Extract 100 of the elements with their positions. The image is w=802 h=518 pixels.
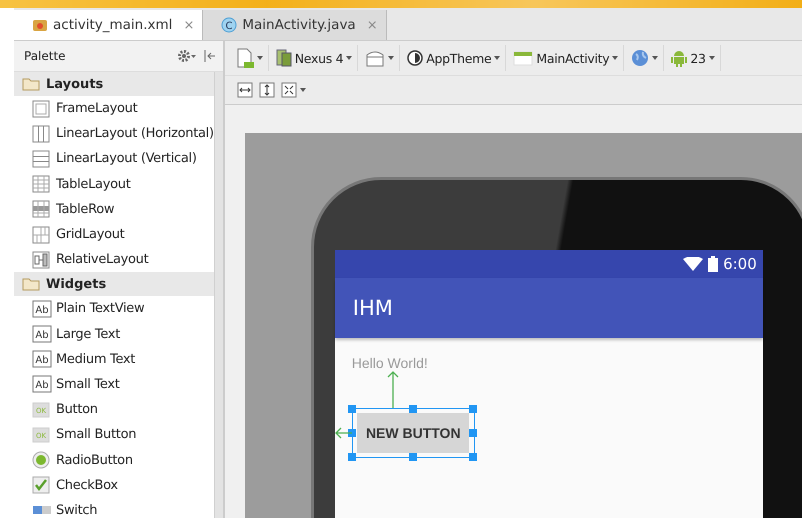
columns-icon bbox=[32, 124, 52, 143]
item-label: Plain TextView bbox=[56, 301, 144, 316]
palette-item[interactable]: TableLayout bbox=[14, 172, 214, 197]
toolbar-dropdown[interactable]: MainActivity bbox=[508, 45, 624, 71]
editor-tab[interactable]: C MainActivity.java × bbox=[203, 10, 387, 40]
battery-icon bbox=[708, 256, 718, 272]
caret-icon bbox=[494, 56, 500, 60]
rows-icon bbox=[32, 150, 52, 168]
item-label: LinearLayout (Horizontal) bbox=[56, 126, 214, 142]
palette-item[interactable]: Ab Plain TextView bbox=[14, 296, 214, 322]
checkbox-icon bbox=[32, 476, 52, 494]
phones-icon bbox=[276, 49, 292, 67]
text-icon: Ab bbox=[32, 300, 52, 318]
toolbar-dropdown[interactable]: Nexus 4 bbox=[270, 45, 358, 71]
frame-layout-icon bbox=[32, 100, 52, 118]
scrollbar[interactable] bbox=[214, 72, 223, 518]
item-label: Small Button bbox=[56, 427, 136, 442]
device-file-icon bbox=[236, 48, 254, 68]
caret-icon bbox=[346, 56, 352, 60]
tab-label: MainActivity.java bbox=[242, 17, 356, 33]
palette-item[interactable]: LinearLayout (Horizontal) bbox=[14, 121, 214, 146]
section-label: Layouts bbox=[46, 76, 104, 92]
activity-icon bbox=[513, 50, 534, 66]
section-label: Widgets bbox=[46, 276, 106, 292]
item-label: TableRow bbox=[56, 202, 114, 217]
resize-handle[interactable] bbox=[469, 428, 478, 436]
palette-item[interactable]: TableRow bbox=[14, 196, 214, 222]
fit-height-icon bbox=[258, 82, 275, 98]
xml-file-icon bbox=[32, 18, 48, 32]
toolbar-button[interactable] bbox=[236, 82, 253, 98]
text-view: Hello World! bbox=[352, 355, 429, 371]
item-label: Button bbox=[56, 402, 98, 418]
globe-icon bbox=[631, 49, 650, 67]
palette-item[interactable]: Ab Medium Text bbox=[14, 346, 214, 372]
constraint-arrow bbox=[386, 370, 399, 408]
folder-icon bbox=[22, 277, 40, 292]
resize-handle[interactable] bbox=[469, 452, 478, 460]
settings-icon bbox=[176, 49, 197, 63]
toolbar-dropdown[interactable]: AppTheme bbox=[402, 45, 506, 71]
class-icon: C bbox=[221, 17, 238, 33]
palette-item[interactable]: LinearLayout (Vertical) bbox=[14, 146, 214, 172]
caret-icon bbox=[256, 56, 263, 60]
toolbar-dropdown[interactable]: 23 bbox=[666, 45, 721, 71]
relative-layout-icon bbox=[32, 250, 52, 269]
constraint-arrow bbox=[334, 427, 352, 439]
tab-label: activity_main.xml bbox=[53, 17, 172, 33]
palette-item[interactable]: FrameLayout bbox=[14, 96, 214, 122]
theme-icon bbox=[407, 50, 424, 66]
caret-icon bbox=[612, 56, 618, 60]
palette-item[interactable]: Ab Small Text bbox=[14, 372, 214, 398]
radio-icon bbox=[32, 451, 52, 470]
caret-icon bbox=[708, 56, 715, 60]
item-label: Medium Text bbox=[56, 352, 136, 367]
dropdown-label: MainActivity bbox=[536, 50, 610, 66]
palette-item[interactable]: Ab Large Text bbox=[14, 322, 214, 347]
folder-icon bbox=[22, 77, 40, 91]
palette-item[interactable]: GridLayout bbox=[14, 222, 214, 248]
item-label: TableLayout bbox=[56, 176, 131, 192]
caret-icon bbox=[388, 56, 394, 60]
palette-section[interactable]: Layouts bbox=[14, 72, 214, 96]
android-icon bbox=[671, 49, 688, 67]
text-icon: Ab bbox=[32, 325, 52, 344]
resize-handle[interactable] bbox=[348, 428, 356, 436]
item-label: RelativeLayout bbox=[56, 252, 148, 268]
item-label: LinearLayout (Vertical) bbox=[56, 151, 197, 166]
close-icon[interactable]: × bbox=[183, 18, 194, 32]
resize-handle[interactable] bbox=[408, 404, 417, 412]
palette-item[interactable]: Switch bbox=[14, 498, 214, 518]
resize-handle[interactable] bbox=[469, 404, 478, 412]
toolbar-dropdown[interactable] bbox=[280, 82, 306, 98]
dropdown-label: Nexus 4 bbox=[294, 50, 344, 66]
widget-button[interactable]: NEW BUTTON bbox=[357, 413, 470, 453]
item-label: RadioButton bbox=[56, 452, 133, 468]
resize-handle[interactable] bbox=[348, 452, 356, 460]
palette-item[interactable]: RelativeLayout bbox=[14, 247, 214, 272]
item-label: Large Text bbox=[56, 326, 120, 342]
table-row-icon bbox=[32, 200, 52, 218]
caret-icon bbox=[652, 56, 658, 60]
grid-icon bbox=[32, 226, 52, 244]
palette-item[interactable]: CheckBox bbox=[14, 472, 214, 498]
fit-width-icon bbox=[236, 82, 253, 98]
editor-tab[interactable]: activity_main.xml × bbox=[14, 10, 204, 40]
text-icon: Ab bbox=[32, 375, 52, 394]
panel-title: Palette bbox=[24, 49, 66, 63]
orientation-icon bbox=[365, 49, 386, 67]
text-icon: Ab bbox=[32, 350, 52, 368]
palette-section[interactable]: Widgets bbox=[14, 272, 214, 296]
item-label: Small Text bbox=[56, 376, 120, 392]
wifi-icon bbox=[683, 257, 704, 271]
item-label: CheckBox bbox=[56, 478, 118, 493]
status-time: 6:00 bbox=[723, 255, 757, 273]
resize-handle[interactable] bbox=[348, 404, 356, 412]
toolbar-button[interactable] bbox=[258, 82, 275, 98]
zoom-fit-icon bbox=[280, 82, 297, 98]
table-icon bbox=[32, 175, 52, 194]
item-label: GridLayout bbox=[56, 227, 124, 242]
caret-icon bbox=[300, 88, 306, 92]
collapse-icon bbox=[202, 49, 217, 63]
palette-item[interactable]: RadioButton bbox=[14, 447, 214, 473]
dropdown-label: 23 bbox=[690, 50, 706, 66]
